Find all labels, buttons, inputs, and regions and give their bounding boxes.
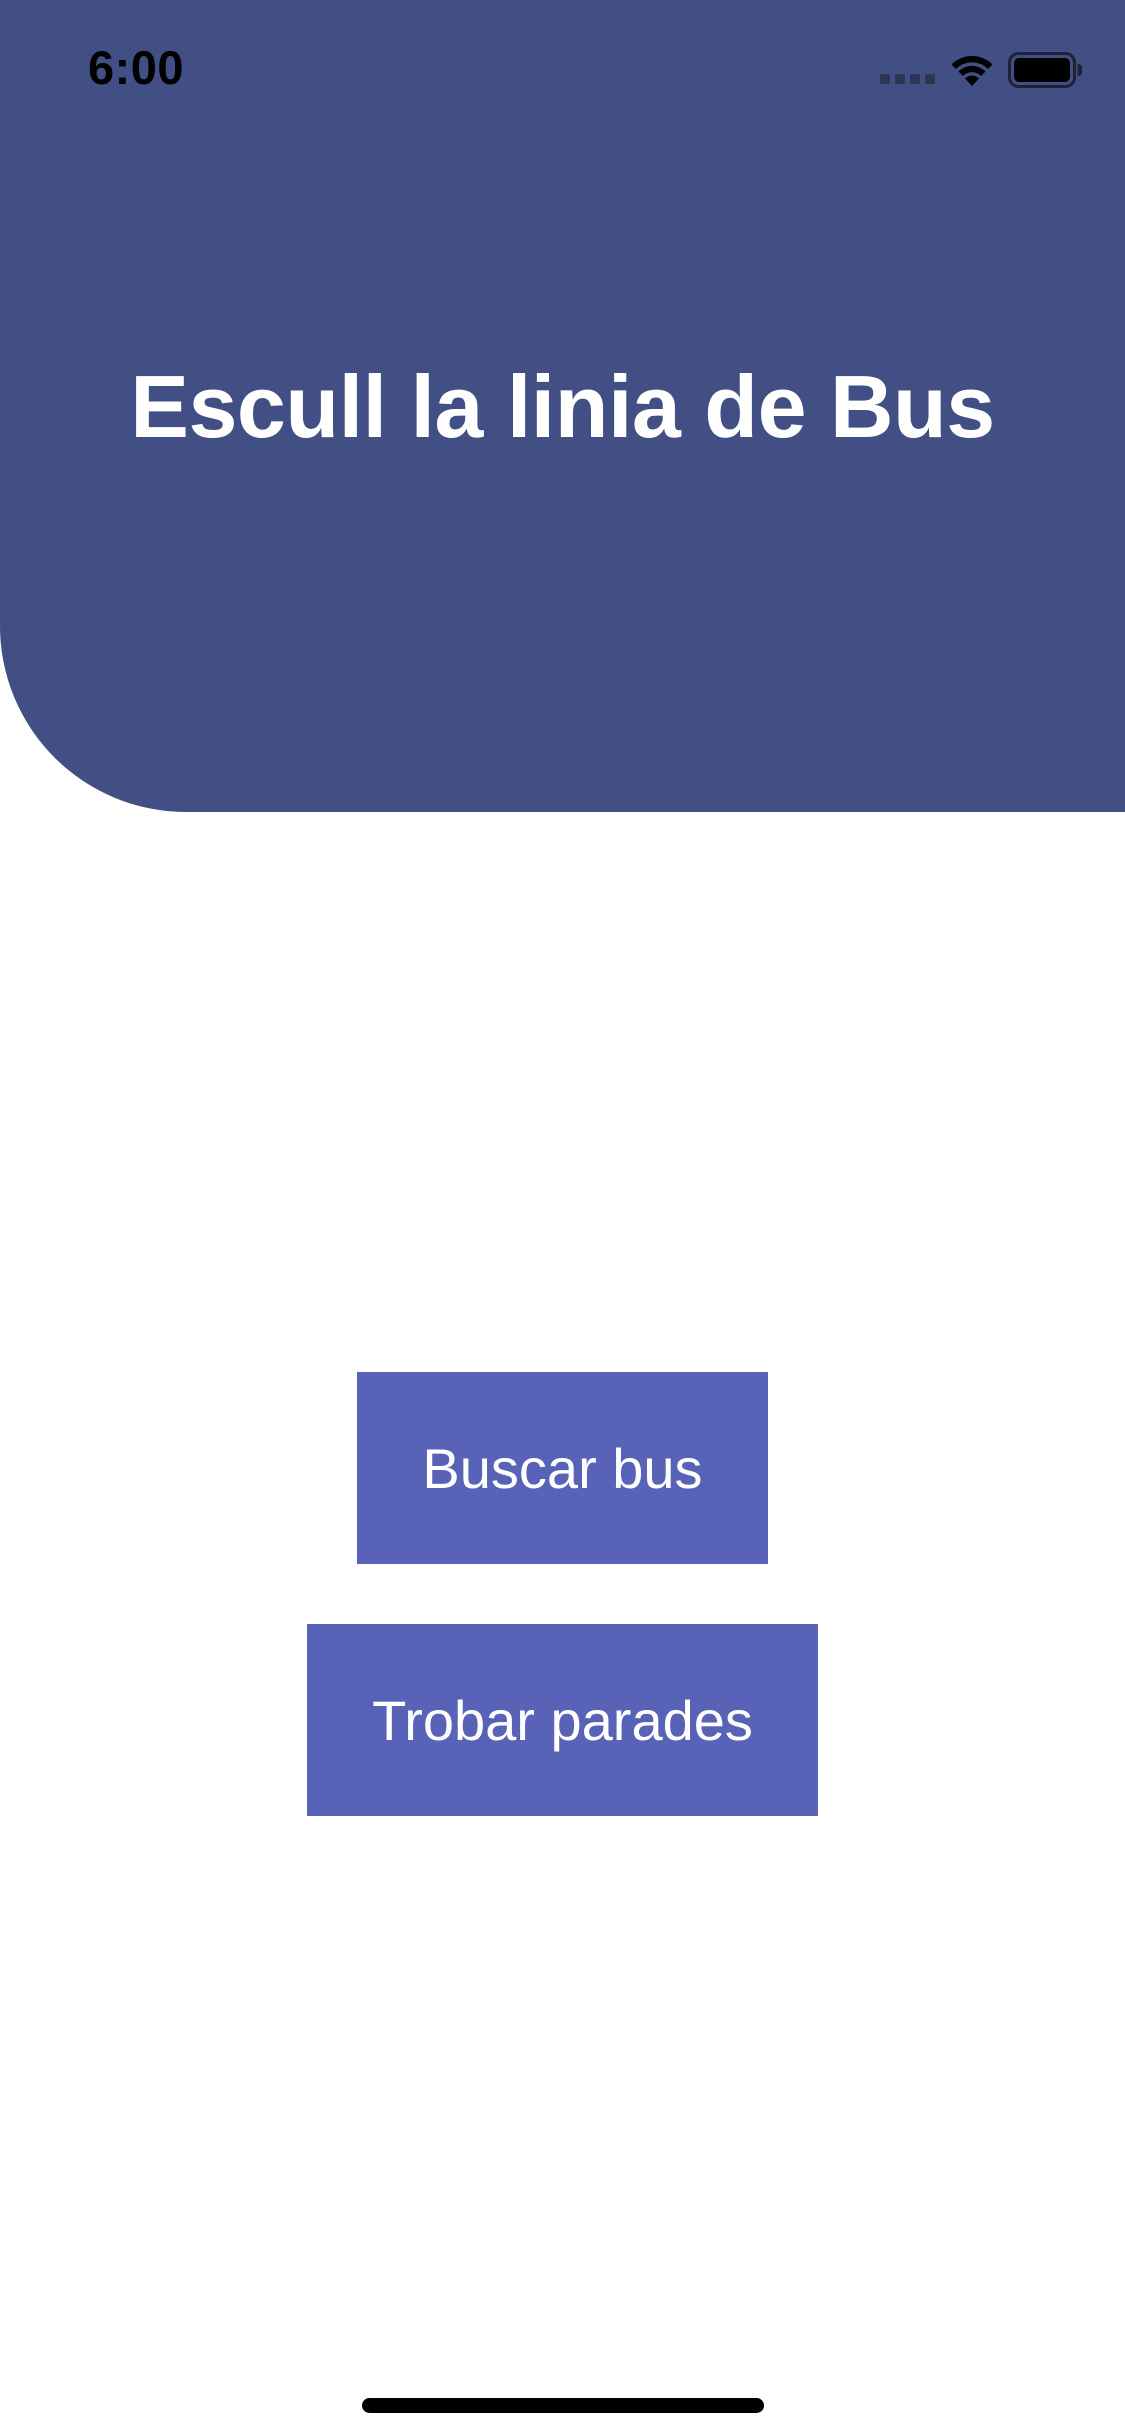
app-screen: 6:00 Escull la linia de Bus Buscar bus T… [0,0,1125,2436]
page-title: Escull la linia de Bus [130,357,995,456]
status-time: 6:00 [88,41,185,94]
search-bus-button[interactable]: Buscar bus [357,1372,768,1564]
status-bar: 6:00 [0,0,1125,140]
find-stops-button[interactable]: Trobar parades [307,1624,818,1816]
home-indicator[interactable] [362,2398,764,2413]
cellular-signal-icon [880,74,936,84]
header-banner: 6:00 Escull la linia de Bus [0,0,1125,812]
battery-icon [1008,52,1082,88]
wifi-icon [951,56,993,86]
